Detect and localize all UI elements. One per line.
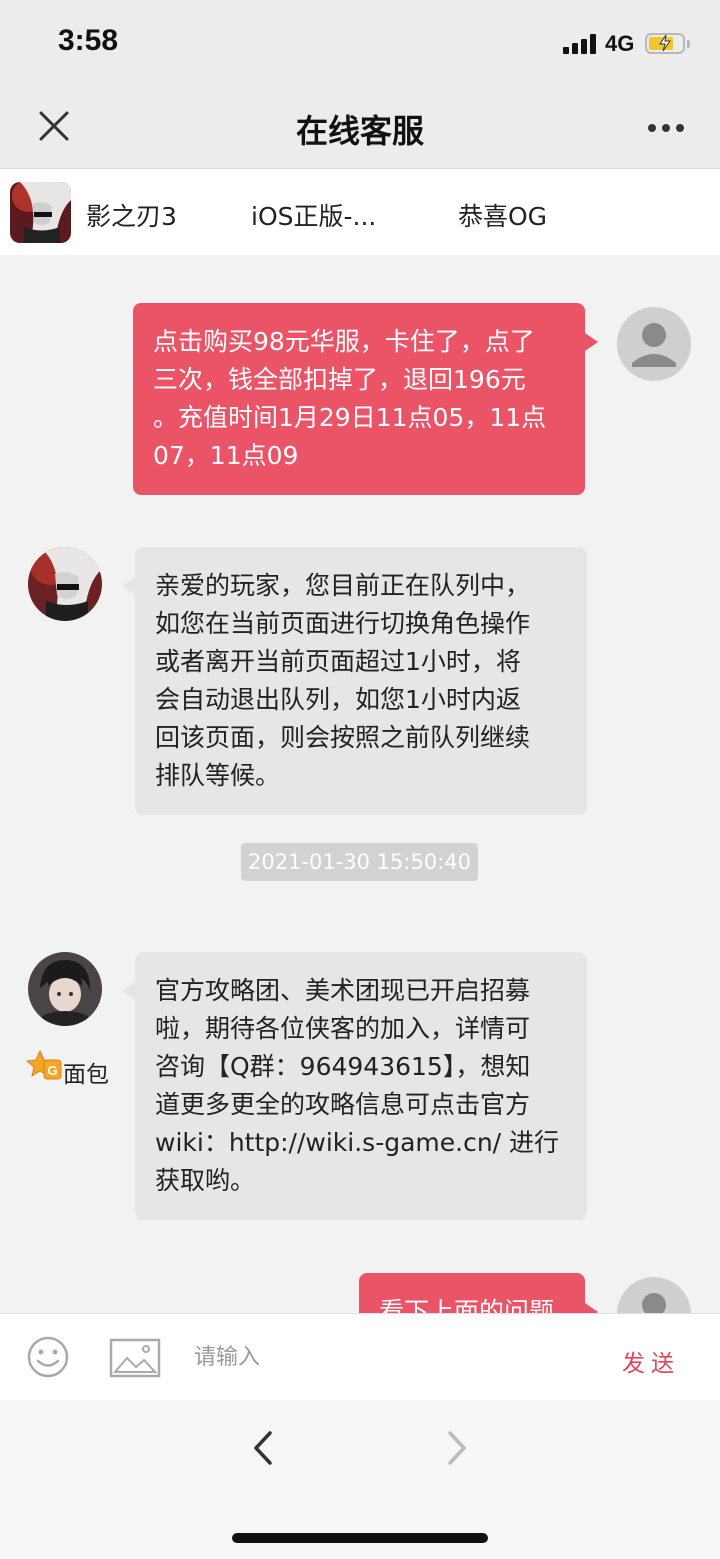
game-info-bar: 影之刃3 iOS正版-... 恭喜OG — [0, 169, 720, 255]
agent-name: 面包 — [63, 1062, 109, 1088]
agent-avatar — [28, 952, 102, 1026]
message-line: 点击购买98元华服，卡住了，点了 — [153, 327, 535, 356]
message-line: 道更多更全的攻略信息可点击官方 — [155, 1090, 531, 1119]
message-line: 或者离开当前页面超过1小时，将 — [155, 647, 521, 676]
message-line: 三次，钱全部扣掉了，退回196元 — [153, 365, 526, 394]
game-icon — [10, 182, 71, 243]
service-avatar — [28, 547, 102, 621]
message-line: 咨询【Q群：964943615】，想知 — [155, 1052, 531, 1081]
emoji-button[interactable] — [26, 1335, 70, 1379]
user-message-bubble: 点击购买98元华服，卡住了，点了 三次，钱全部扣掉了，退回196元 。充值时间1… — [133, 303, 585, 495]
user-avatar — [617, 307, 691, 381]
signal-icon — [563, 34, 599, 54]
server-label: 恭喜OG — [458, 202, 548, 231]
user-avatar — [617, 1277, 691, 1313]
bubble-tail — [122, 577, 135, 595]
page-title: 在线客服 — [295, 112, 424, 150]
more-button[interactable] — [644, 114, 688, 140]
message-timestamp: 2021-01-30 15:50:40 — [241, 843, 478, 881]
message-line: 亲爱的玩家，您目前正在队列中， — [155, 571, 531, 600]
chevron-right-icon — [448, 1431, 466, 1465]
game-name: 影之刃3 — [86, 202, 177, 231]
agent-message-bubble: 官方攻略团、美术团现已开启招募 啦，期待各位侠客的加入，详情可 咨询【Q群：96… — [135, 952, 587, 1220]
back-button[interactable] — [248, 1428, 278, 1468]
star-badge-icon: G — [26, 1050, 62, 1080]
user-message-bubble: 看下上面的问题 — [359, 1273, 585, 1313]
image-button[interactable] — [109, 1338, 161, 1378]
send-button[interactable]: 发送 — [622, 1344, 680, 1378]
message-line: 会自动退出队列，如您1小时内返 — [155, 685, 521, 714]
message-line: 官方攻略团、美术团现已开启招募 — [155, 976, 531, 1005]
message-line: 回该页面，则会按照之前队列继续 — [155, 723, 531, 752]
message-input[interactable] — [186, 1336, 602, 1378]
bubble-tail — [585, 1303, 598, 1313]
battery-icon — [645, 33, 685, 54]
message-input-bar: 发送 — [0, 1313, 720, 1401]
nav-bar: 在线客服 — [0, 88, 720, 169]
battery-tip — [687, 40, 690, 48]
forward-button[interactable] — [442, 1428, 472, 1468]
bubble-tail — [122, 982, 135, 1000]
system-message-bubble: 亲爱的玩家，您目前正在队列中， 如您在当前页面进行切换角色操作 或者离开当前页面… — [135, 547, 587, 815]
message-line: 。充值时间1月29日11点05，11点 — [153, 403, 547, 432]
badge-text: G — [47, 1063, 57, 1078]
message-line: 获取哟。 — [155, 1166, 256, 1195]
status-time: 3:58 — [58, 24, 119, 57]
message-line: 啦，期待各位侠客的加入，详情可 — [155, 1014, 531, 1043]
chat-area[interactable]: 点击购买98元华服，卡住了，点了 三次，钱全部扣掉了，退回196元 。充值时间1… — [0, 255, 720, 1313]
message-line: 看下上面的问题 — [379, 1297, 555, 1313]
message-line: 如您在当前页面进行切换角色操作 — [155, 609, 531, 638]
home-indicator — [232, 1533, 488, 1543]
chevron-left-icon — [254, 1431, 272, 1465]
message-line: 排队等候。 — [155, 761, 281, 790]
bubble-tail — [585, 333, 598, 351]
network-type: 4G — [605, 31, 635, 56]
browser-toolbar — [0, 1400, 720, 1559]
image-icon — [109, 1338, 161, 1378]
status-bar: 3:58 4G — [0, 0, 720, 88]
platform-label: iOS正版-... — [251, 202, 377, 231]
message-line: 07，11点09 — [153, 441, 299, 470]
emoji-icon — [27, 1336, 69, 1378]
message-line: wiki：http://wiki.s-game.cn/ 进行 — [155, 1128, 560, 1157]
